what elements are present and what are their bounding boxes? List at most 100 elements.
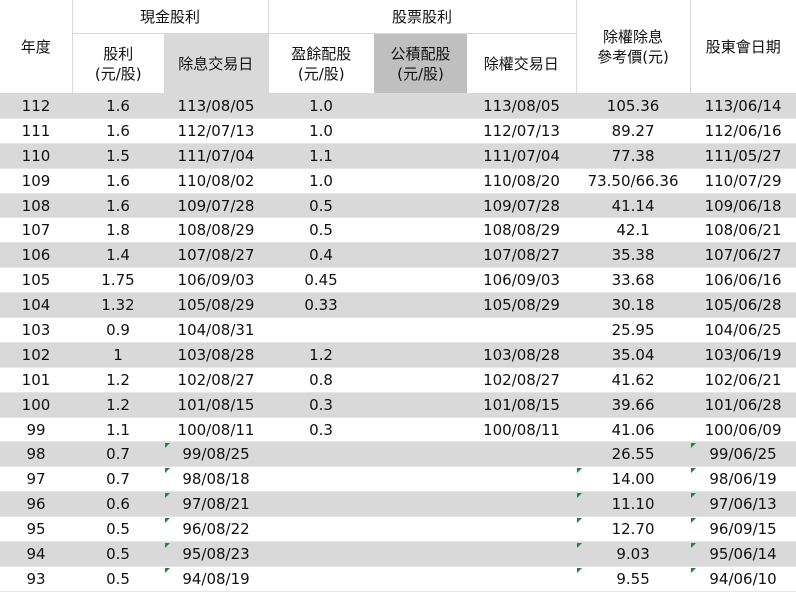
reserve-stock-header-line2: (元/股) (397, 64, 444, 83)
ex-rights-date-cell: 103/08/28 (467, 342, 577, 368)
ref-price-cell: 9.03 (576, 541, 691, 567)
agm-date-cell: 98/06/19 (690, 466, 796, 493)
year-cell: 105 (0, 267, 72, 294)
reserve-stock-header-line1: 公積配股 (390, 44, 451, 63)
agm-date-cell: 101/06/28 (690, 392, 796, 418)
reserve-stock-cell (374, 491, 468, 518)
earnings-stock-cell: 0.45 (268, 267, 375, 294)
agm-date-cell: 111/05/27 (690, 143, 796, 169)
reserve-stock-cell (374, 392, 468, 418)
year-cell: 110 (0, 143, 72, 169)
table-row: 104 1.32 105/08/29 0.33 105/08/29 30.18 … (0, 292, 796, 319)
reserve-stock-cell (374, 217, 468, 244)
ex-dividend-date-cell: 112/07/13 (164, 118, 269, 144)
reserve-stock-cell (374, 242, 468, 269)
ex-dividend-date-cell: 103/08/28 (164, 342, 269, 368)
ex-rights-date-cell (467, 516, 577, 543)
cash-dividend-cell: 1.2 (72, 367, 164, 393)
earnings-stock-cell (268, 466, 375, 493)
ref-price-cell: 35.04 (576, 342, 691, 368)
ex-rights-date-cell (467, 491, 577, 518)
agm-date-cell: 112/06/16 (690, 118, 796, 144)
agm-date-cell: 95/06/14 (690, 541, 796, 567)
ex-rights-date-cell: 111/07/04 (467, 143, 577, 169)
year-cell: 95 (0, 516, 72, 543)
agm-date-cell: 94/06/10 (690, 566, 796, 592)
year-cell: 100 (0, 392, 72, 418)
year-cell: 103 (0, 317, 72, 343)
cash-dividend-cell: 1.75 (72, 267, 164, 294)
reserve-stock-cell (374, 292, 468, 319)
table-row: 98 0.7 99/08/25 26.55 99/06/25 (0, 441, 796, 468)
agm-date-cell: 102/06/21 (690, 367, 796, 393)
ex-dividend-date-cell: 113/08/05 (164, 93, 269, 119)
cash-dividend-cell: 0.9 (72, 317, 164, 343)
agm-date-cell: 99/06/25 (690, 441, 796, 468)
year-cell: 101 (0, 367, 72, 393)
earnings-stock-cell: 0.8 (268, 367, 375, 393)
earnings-stock-cell: 0.5 (268, 193, 375, 219)
reserve-stock-cell (374, 93, 468, 119)
table-row: 97 0.7 98/08/18 14.00 98/06/19 (0, 466, 796, 493)
reserve-stock-cell (374, 193, 468, 219)
ref-price-cell: 30.18 (576, 292, 691, 319)
ref-price-cell: 12.70 (576, 516, 691, 543)
year-header: 年度 (0, 0, 72, 94)
cash-dividend-cell: 0.5 (72, 516, 164, 543)
year-cell: 96 (0, 491, 72, 518)
ref-price-cell: 73.50/66.36 (576, 168, 691, 194)
earnings-stock-cell: 1.0 (268, 118, 375, 144)
ex-rights-date-cell: 101/08/15 (467, 392, 577, 418)
year-cell: 99 (0, 417, 72, 443)
year-cell: 111 (0, 118, 72, 144)
table-row: 95 0.5 96/08/22 12.70 96/09/15 (0, 516, 796, 543)
agm-date-cell: 106/06/16 (690, 267, 796, 294)
cash-dividend-cell: 1.5 (72, 143, 164, 169)
agm-date-cell: 103/06/19 (690, 342, 796, 368)
reserve-stock-cell (374, 417, 468, 443)
ref-price-cell: 33.68 (576, 267, 691, 294)
ex-dividend-date-cell: 106/09/03 (164, 267, 269, 294)
reserve-stock-header: 公積配股 (元/股) (374, 33, 468, 94)
earnings-stock-cell: 1.0 (268, 168, 375, 194)
year-cell: 107 (0, 217, 72, 244)
ex-dividend-date-cell: 111/07/04 (164, 143, 269, 169)
table-row: 102 1 103/08/28 1.2 103/08/28 35.04 103/… (0, 342, 796, 368)
ex-dividend-date-cell: 102/08/27 (164, 367, 269, 393)
ex-rights-date-cell (467, 566, 577, 592)
cash-dividend-header: 股利 (元/股) (71, 33, 164, 94)
table-row: 112 1.6 113/08/05 1.0 113/08/05 105.36 1… (0, 93, 796, 119)
ex-rights-date-cell (467, 317, 577, 343)
earnings-stock-header: 盈餘配股 (元/股) (267, 33, 375, 94)
reserve-stock-cell (374, 143, 468, 169)
ex-dividend-date-cell: 98/08/18 (164, 466, 269, 493)
ex-dividend-date-cell: 95/08/23 (164, 541, 269, 567)
earnings-stock-header-line2: (元/股) (297, 64, 345, 83)
reserve-stock-cell (374, 466, 468, 493)
cash-dividend-cell: 1.6 (72, 93, 164, 119)
ref-price-cell: 41.62 (576, 367, 691, 393)
agm-date-cell: 107/06/27 (690, 242, 796, 269)
year-cell: 102 (0, 342, 72, 368)
table-row: 99 1.1 100/08/11 0.3 100/08/11 41.06 100… (0, 417, 796, 443)
reserve-stock-cell (374, 541, 468, 567)
ref-price-cell: 105.36 (576, 93, 691, 119)
table-row: 96 0.6 97/08/21 11.10 97/06/13 (0, 491, 796, 518)
agm-date-cell: 100/06/09 (690, 417, 796, 443)
year-cell: 106 (0, 242, 72, 269)
cash-dividend-cell: 0.6 (72, 491, 164, 518)
cash-dividend-cell: 1.4 (72, 242, 164, 269)
table-row: 93 0.5 94/08/19 9.55 94/06/10 (0, 566, 796, 592)
ref-price-cell: 11.10 (576, 491, 691, 518)
earnings-stock-cell (268, 516, 375, 543)
earnings-stock-cell (268, 441, 375, 468)
table-row: 108 1.6 109/07/28 0.5 109/07/28 41.14 10… (0, 193, 796, 219)
agm-date-cell: 109/06/18 (690, 193, 796, 219)
cash-dividend-cell: 1.6 (72, 168, 164, 194)
ex-dividend-date-header: 除息交易日 (164, 33, 269, 94)
cash-dividend-cell: 1.32 (72, 292, 164, 319)
ref-price-cell: 42.1 (576, 217, 691, 244)
reserve-stock-cell (374, 516, 468, 543)
table-row: 106 1.4 107/08/27 0.4 107/08/27 35.38 10… (0, 242, 796, 269)
cash-dividend-group-header: 現金股利 (71, 0, 269, 34)
